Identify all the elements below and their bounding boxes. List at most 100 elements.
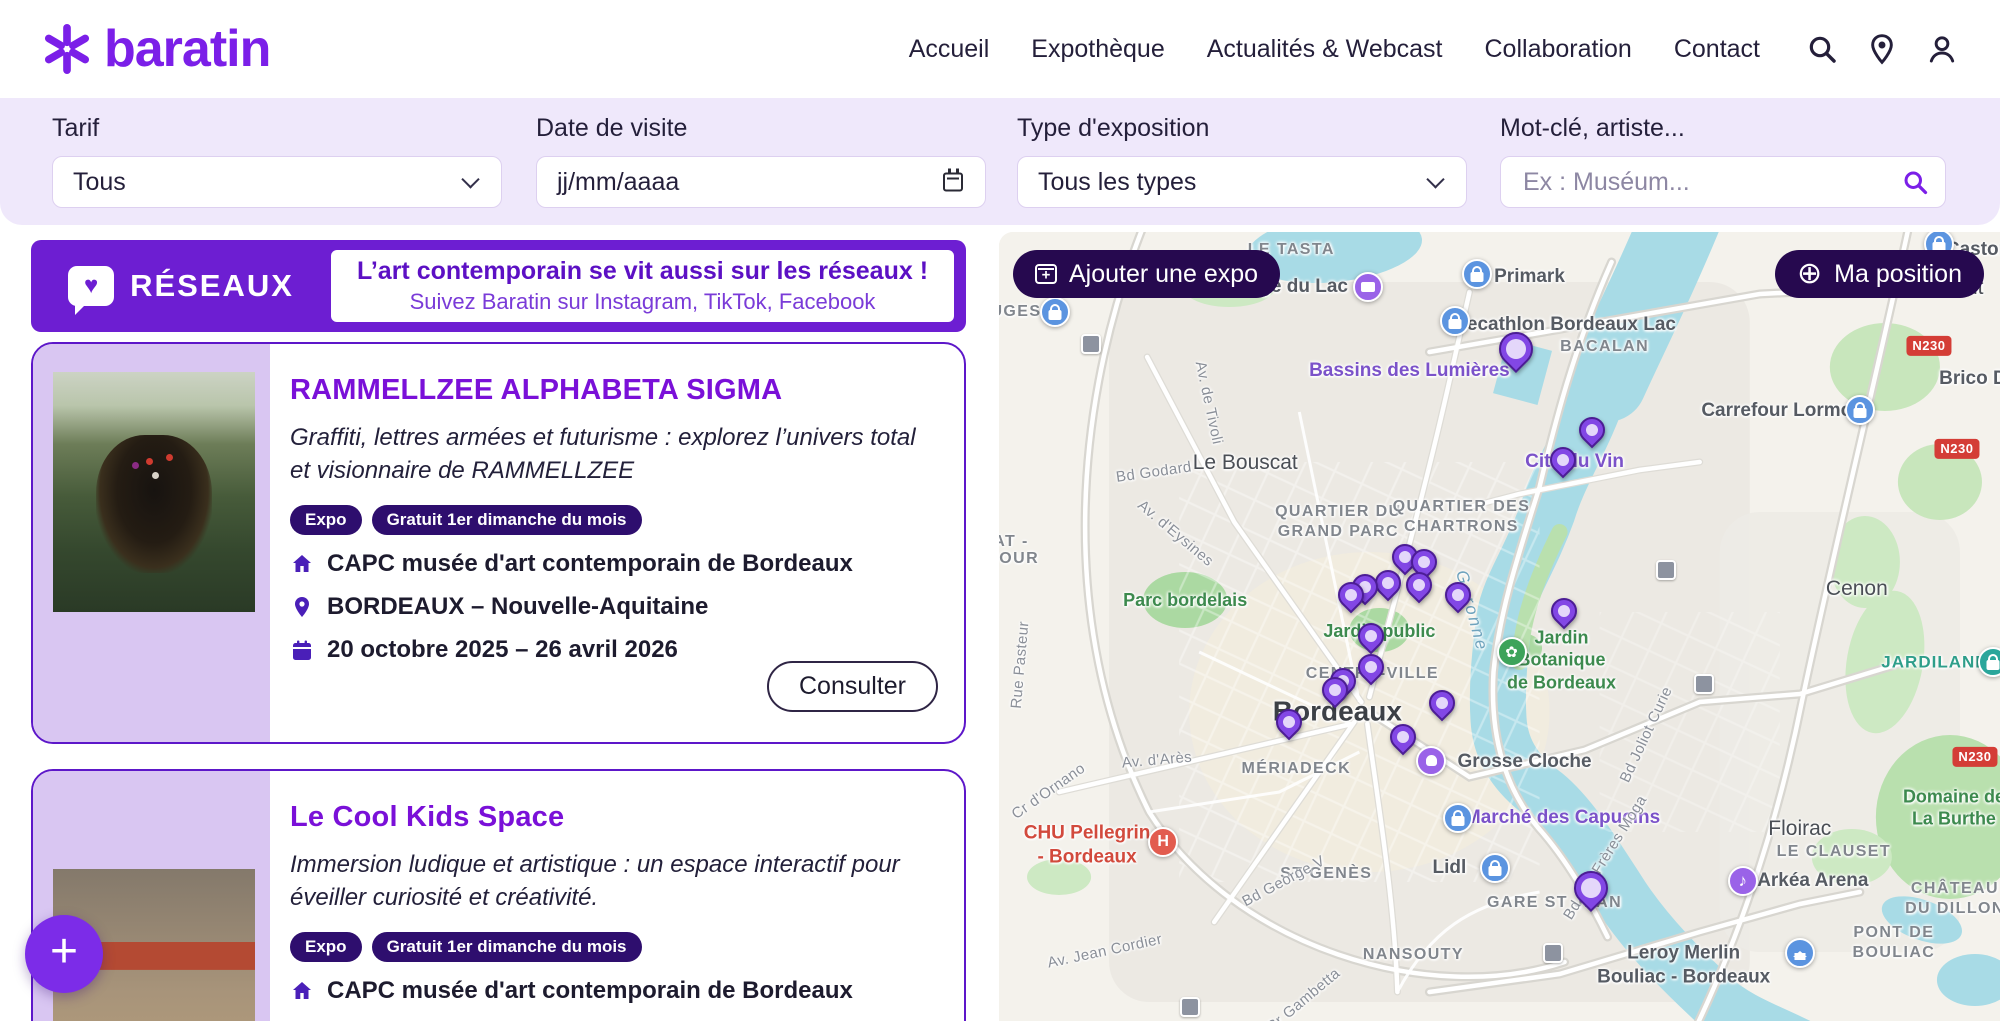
search-icon[interactable] xyxy=(1806,32,1840,66)
search-icon[interactable] xyxy=(1901,168,1929,196)
map-label: BRUGES xyxy=(999,302,1041,322)
location-row: BORDEAUX – Nouvelle-Aquitaine xyxy=(290,593,938,621)
map-marker[interactable] xyxy=(1353,272,1383,302)
banner-subtitle: Suivez Baratin sur Instagram, TikTok, Fa… xyxy=(410,289,876,315)
keyword-field xyxy=(1500,156,1946,208)
brand-logo[interactable]: baratin xyxy=(40,19,270,79)
map-marker[interactable] xyxy=(1545,593,1582,630)
my-position-button[interactable]: Ma position xyxy=(1775,250,1984,298)
type-select[interactable]: Tous les types xyxy=(1017,156,1467,208)
badges: Expo Gratuit 1er dimanche du mois xyxy=(290,932,938,962)
location-text: BORDEAUX – Nouvelle-Aquitaine xyxy=(327,593,708,621)
filter-keyword-label: Mot-clé, artiste... xyxy=(1500,114,1946,143)
venue-name: CAPC musée d'art contemporain de Bordeau… xyxy=(327,977,853,1005)
expo-title: Le Cool Kids Space xyxy=(290,801,938,834)
map-marker[interactable] xyxy=(1271,704,1308,741)
map-marker[interactable] xyxy=(1385,719,1422,756)
map-marker[interactable] xyxy=(1440,576,1477,613)
tarif-select-value: Tous xyxy=(73,168,126,197)
map-marker[interactable] xyxy=(1353,649,1390,686)
map-marker[interactable] xyxy=(1480,853,1510,883)
social-banner[interactable]: RÉSEAUX L’art contemporain se vit aussi … xyxy=(31,240,966,332)
map-label: PONT DE BOULIAC xyxy=(1853,923,1936,963)
keyword-input[interactable] xyxy=(1521,167,1897,198)
museum-icon xyxy=(290,979,314,1003)
map-marker[interactable] xyxy=(1443,803,1473,833)
map-marker[interactable] xyxy=(1845,395,1875,425)
map-label: Leroy Merlin Bouliac - Bordeaux xyxy=(1597,941,1770,989)
map-label: Lidl xyxy=(1433,856,1467,880)
map-label: MÉRIADECK xyxy=(1242,759,1352,779)
map-marker[interactable] xyxy=(1440,306,1470,336)
map-label: QUARTIER DES CHARTRONS xyxy=(1393,497,1531,537)
add-button[interactable]: + xyxy=(25,915,103,993)
map-marker[interactable] xyxy=(1544,442,1581,479)
map-marker[interactable] xyxy=(1728,866,1758,896)
map[interactable]: LE TASTAVillage du LacPrimarkCastoramaLo… xyxy=(999,232,2000,1021)
badge-expo: Expo xyxy=(290,932,362,962)
map-marker[interactable] xyxy=(1978,647,2000,677)
nav-actualites-webcast[interactable]: Actualités & Webcast xyxy=(1207,35,1443,64)
header-icons xyxy=(1806,32,1960,66)
nav-collaboration[interactable]: Collaboration xyxy=(1485,35,1632,64)
map-marker[interactable] xyxy=(1567,864,1615,912)
nav-accueil[interactable]: Accueil xyxy=(909,35,990,64)
map-label: Av. de Tivoli xyxy=(1190,360,1226,447)
crosshair-icon xyxy=(1797,259,1822,289)
nav-contact[interactable]: Contact xyxy=(1674,35,1760,64)
map-marker[interactable] xyxy=(1543,943,1563,963)
map-marker[interactable] xyxy=(1424,684,1461,721)
calendar-icon xyxy=(290,638,314,662)
filter-bar: Tarif Tous Date de visite jj/mm/aaaa Typ… xyxy=(0,98,2000,225)
badge-expo: Expo xyxy=(290,505,362,535)
map-marker[interactable] xyxy=(1353,617,1390,654)
map-label: Bd George V xyxy=(1240,852,1329,911)
map-label: Brico Dépôt xyxy=(1939,367,2000,391)
expo-card: Le Cool Kids Space Immersion ludique et … xyxy=(31,769,966,1021)
badge-gratuit: Gratuit 1er dimanche du mois xyxy=(372,505,642,535)
page: baratin Accueil Expothèque Actualités & … xyxy=(0,0,2000,1021)
add-expo-button[interactable]: Ajouter une expo xyxy=(1013,250,1280,298)
map-label: Bd Godard xyxy=(1115,459,1193,488)
map-marker[interactable] xyxy=(1040,297,1070,327)
tarif-select[interactable]: Tous xyxy=(52,156,502,208)
map-label: CHU Pellegrin - Bordeaux xyxy=(1024,821,1151,869)
map-marker[interactable] xyxy=(1081,334,1101,354)
venue-name: CAPC musée d'art contemporain de Bordeau… xyxy=(327,550,853,578)
map-label: JOUR xyxy=(999,549,1039,569)
type-select-value: Tous les types xyxy=(1038,168,1196,197)
map-label: Marché des Capucins xyxy=(1465,806,1660,830)
map-label: Cenon xyxy=(1826,576,1888,602)
map-label: JARDILAND xyxy=(1881,651,1988,672)
profile-icon[interactable] xyxy=(1926,32,1960,66)
badges: Expo Gratuit 1er dimanche du mois xyxy=(290,505,938,535)
map-marker[interactable] xyxy=(1573,412,1610,449)
map-label: Cr Gambetta xyxy=(1264,965,1345,1021)
map-label: Cr d'Ornano xyxy=(1009,760,1090,824)
consulter-button[interactable]: Consulter xyxy=(767,661,938,712)
filter-type-label: Type d'exposition xyxy=(1017,114,1467,143)
map-label: BACALAN xyxy=(1560,337,1649,357)
map-label: Av. d'Eysines xyxy=(1133,497,1217,571)
map-marker[interactable] xyxy=(1694,674,1714,694)
expo-card: RAMMELLZEE ALPHABETA SIGMA Graffiti, let… xyxy=(31,342,966,744)
map-label: QUARTIER DU GRAND PARC xyxy=(1275,502,1402,542)
map-marker[interactable] xyxy=(1491,325,1539,373)
map-marker[interactable] xyxy=(1416,746,1446,776)
location-icon[interactable] xyxy=(1866,32,1900,66)
map-label: ST GENÈS xyxy=(1280,864,1372,884)
chevron-down-icon xyxy=(461,170,479,188)
filter-type: Type d'exposition Tous les types xyxy=(1017,114,1467,208)
map-marker[interactable] xyxy=(1462,259,1492,289)
flower-logo-icon xyxy=(40,22,94,76)
date-input[interactable]: jj/mm/aaaa xyxy=(536,156,986,208)
map-label: Primark xyxy=(1494,265,1565,289)
map-label: NANSOUTY xyxy=(1363,945,1464,965)
map-marker[interactable] xyxy=(1656,560,1676,580)
map-marker[interactable] xyxy=(1497,637,1527,667)
nav-expotheque[interactable]: Expothèque xyxy=(1031,35,1164,64)
map-marker[interactable] xyxy=(1180,997,1200,1017)
map-marker[interactable] xyxy=(1148,827,1178,857)
map-marker[interactable] xyxy=(1785,938,1815,968)
venue-row: CAPC musée d'art contemporain de Bordeau… xyxy=(290,977,938,1005)
